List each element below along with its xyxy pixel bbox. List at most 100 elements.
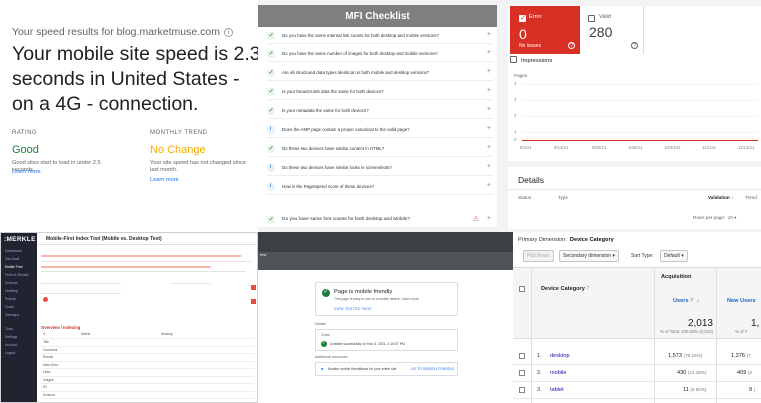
x-tick: 10/8/21: [628, 145, 643, 150]
sidebar-item[interactable]: Robots: [5, 297, 16, 301]
url-bar[interactable]: [258, 252, 513, 270]
checklist-item[interactable]: How is the PageSpeed score of these devi…: [267, 181, 493, 195]
sort-down-icon: ↓: [730, 195, 734, 200]
sort-type-select[interactable]: Default ▾: [660, 250, 688, 262]
help-icon[interactable]: ?: [568, 42, 575, 49]
expand-plus-icon[interactable]: +: [487, 87, 491, 94]
row-checkbox[interactable]: [519, 353, 525, 359]
expand-plus-icon[interactable]: +: [487, 49, 491, 56]
col-trend[interactable]: Trend: [745, 195, 757, 200]
sidebar: :MERKLE Dashboard Site Audit Mobile Firs…: [1, 233, 37, 402]
sidebar-item[interactable]: Account: [5, 343, 17, 347]
gridline: [522, 116, 758, 117]
checklist-item[interactable]: Does the AMP page contain a proper canon…: [267, 124, 493, 138]
sidebar-item[interactable]: Crawl: [5, 305, 14, 309]
sidebar-item[interactable]: Dashboard: [5, 249, 22, 253]
sidebar-item-active[interactable]: Mobile First: [5, 265, 23, 269]
impressions-checkbox[interactable]: [510, 56, 517, 63]
result-sub: This page is easy to use on a mobile dev…: [334, 297, 420, 301]
acquisition-group: Acquisition: [661, 274, 692, 280]
row-label-link[interactable]: tablet: [550, 387, 564, 393]
url-input[interactable]: [41, 293, 121, 294]
table-row: Canonical: [41, 347, 255, 354]
url-input[interactable]: [41, 283, 121, 284]
y-tick: 1: [514, 129, 517, 134]
expand-plus-icon[interactable]: +: [487, 144, 491, 151]
merkle-tool-panel: :MERKLE Dashboard Site Audit Mobile Firs…: [0, 232, 258, 403]
trend-learn-more-link[interactable]: Learn more: [150, 177, 179, 183]
check-circle-icon: [322, 288, 330, 297]
view-tested-page-button[interactable]: VIEW TESTED PAGE: [334, 307, 372, 311]
col-status[interactable]: Status: [518, 195, 531, 200]
expand-plus-icon[interactable]: +: [487, 31, 491, 38]
tool-title: Mobile-First Index Tool (Mobile vs. Desk…: [46, 236, 162, 242]
run-button[interactable]: [251, 285, 256, 290]
expand-plus-icon[interactable]: +: [487, 68, 491, 75]
col-type[interactable]: Type: [558, 195, 568, 200]
crawl-status: Crawled successfully on Nov 3, 2021, 1:1…: [330, 342, 405, 346]
valid-count: 280: [589, 24, 613, 40]
notice-line: [41, 266, 211, 268]
row-label-link[interactable]: desktop: [550, 353, 570, 359]
text-line: [41, 261, 251, 262]
row-checkbox[interactable]: [519, 387, 525, 393]
rating-learn-more-link[interactable]: Learn more: [12, 169, 41, 175]
checklist-item[interactable]: Do you have the same number of images fo…: [267, 48, 493, 62]
info-icon: [267, 183, 275, 191]
sidebar-item[interactable]: Sitemaps: [5, 313, 19, 317]
x-tick: 9/2/21: [520, 145, 532, 150]
run-button[interactable]: [251, 299, 256, 304]
sidebar-item[interactable]: Site Audit: [5, 257, 19, 261]
expand-plus-icon[interactable]: +: [487, 182, 491, 189]
valid-card[interactable]: Valid 280 ?: [580, 6, 644, 54]
go-to-search-console-link[interactable]: GO TO SEARCH CONSOLE: [411, 367, 454, 371]
sidebar-item[interactable]: Fetch & Render: [5, 273, 29, 277]
merkle-logo: :MERKLE: [4, 236, 36, 243]
help-icon[interactable]: ?: [586, 286, 589, 292]
warning-icon: ⚠: [472, 216, 479, 223]
trend-value: No Change: [150, 144, 206, 156]
checklist-item[interactable]: Are all structured data types identical …: [267, 67, 493, 81]
rows-per-page[interactable]: Rows per page: 10 ▾: [693, 215, 736, 221]
col-users[interactable]: Users ? ↓: [673, 298, 699, 304]
sidebar-item[interactable]: Schema: [5, 281, 17, 285]
col-validation[interactable]: Validation ↓: [708, 195, 733, 200]
divider: [508, 189, 761, 190]
plot-rows-button[interactable]: Plot Rows: [523, 250, 554, 262]
error-checkbox[interactable]: [519, 14, 526, 22]
checklist-item[interactable]: Do you have the same internal link count…: [267, 30, 493, 44]
col-device-category[interactable]: Device Category ?: [541, 286, 590, 292]
expand-plus-icon[interactable]: +: [487, 215, 491, 222]
error-card[interactable]: Error 0 No issues ?: [510, 6, 580, 54]
table-header: [513, 267, 761, 339]
impressions-toggle[interactable]: Impressions: [510, 56, 552, 64]
row-checkbox[interactable]: [519, 370, 525, 376]
row-label-link[interactable]: mobile: [550, 370, 566, 376]
crawl-box: Crawl Crawled successfully on Nov 3, 202…: [315, 329, 458, 351]
help-icon[interactable]: ?: [631, 42, 638, 49]
sidebar-item[interactable]: Settings: [5, 335, 17, 339]
expand-plus-icon[interactable]: +: [487, 106, 491, 113]
header-text: test: [260, 252, 267, 257]
info-icon[interactable]: i: [223, 28, 233, 37]
expand-plus-icon[interactable]: +: [487, 125, 491, 132]
checklist-item[interactable]: Is your metadata the same for both devic…: [267, 105, 493, 119]
trend-desc: Your site speed has not changed since la…: [150, 160, 246, 173]
valid-checkbox[interactable]: [588, 15, 595, 22]
col-new-users[interactable]: New Users: [727, 298, 756, 304]
device-select[interactable]: [171, 283, 211, 284]
gridline: [522, 132, 758, 133]
checklist-item[interactable]: Is your breadcrumb data the same for bot…: [267, 86, 493, 100]
select-all-checkbox[interactable]: [519, 286, 525, 292]
checklist-footer-item[interactable]: Do you have same font counts for both de…: [267, 214, 493, 227]
sidebar-item[interactable]: Hreflang: [5, 289, 18, 293]
sidebar-item[interactable]: Logout: [5, 351, 15, 355]
section-title: Overview / Indexing: [41, 325, 81, 330]
checklist-item[interactable]: Do these two devices have similar looks …: [267, 162, 493, 176]
checklist-item[interactable]: Do these two devices have similar conten…: [267, 143, 493, 157]
sidebar-item[interactable]: Tools: [5, 327, 13, 331]
check-icon: [267, 106, 275, 115]
details-panel: Details Status Type Validation ↓ Trend R…: [508, 167, 761, 229]
expand-plus-icon[interactable]: +: [487, 163, 491, 170]
secondary-dimension-select[interactable]: Secondary dimension ▾: [559, 250, 619, 262]
